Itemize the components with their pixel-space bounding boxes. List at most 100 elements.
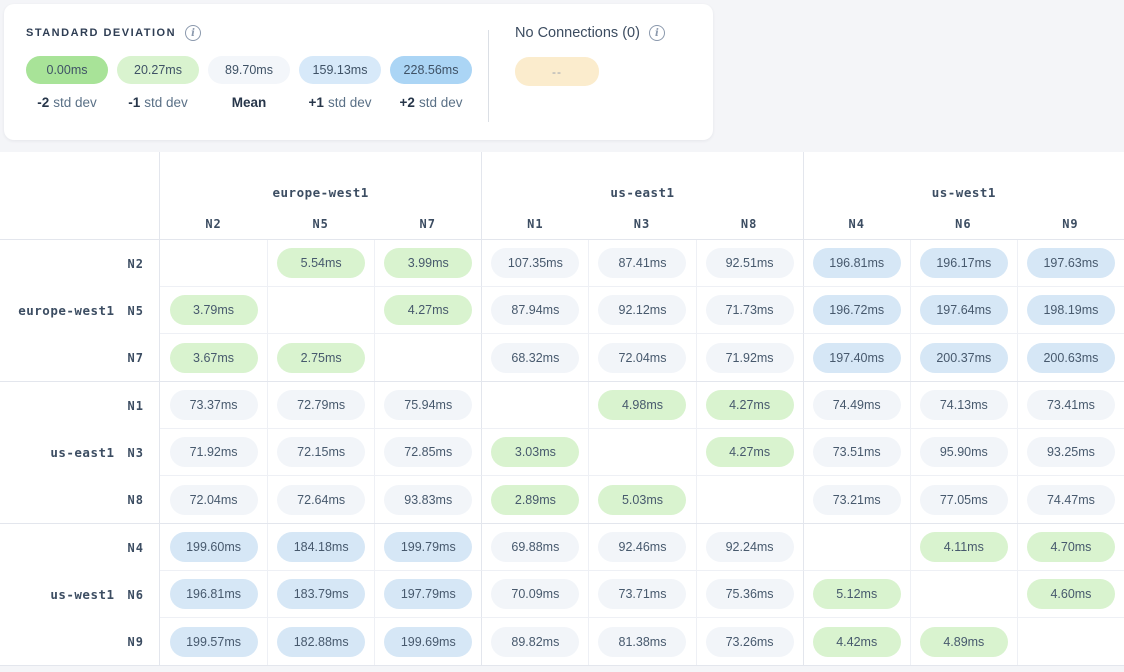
latency-pill[interactable]: 4.27ms [706, 390, 794, 420]
latency-pill[interactable]: 71.73ms [706, 295, 794, 325]
matrix-corner-spacer [0, 152, 160, 239]
latency-pill[interactable]: 3.67ms [170, 343, 258, 373]
latency-pill[interactable]: 2.75ms [277, 343, 365, 373]
latency-pill[interactable]: 81.38ms [598, 627, 686, 657]
latency-pill[interactable]: 199.69ms [384, 627, 472, 657]
std-dev-title-row: STANDARD DEVIATION i [26, 25, 488, 41]
latency-pill[interactable]: 5.54ms [277, 248, 365, 278]
latency-pill[interactable]: 95.90ms [920, 437, 1008, 467]
latency-pill[interactable]: 93.83ms [384, 485, 472, 515]
latency-cell: 4.27ms [696, 382, 803, 429]
latency-pill[interactable]: 5.03ms [598, 485, 686, 515]
latency-pill[interactable]: 93.25ms [1027, 437, 1115, 467]
latency-cell [374, 334, 481, 381]
latency-pill[interactable]: 196.81ms [170, 579, 258, 609]
latency-pill[interactable]: 73.41ms [1027, 390, 1115, 420]
latency-cell: 75.94ms [374, 382, 481, 429]
latency-pill[interactable]: 68.32ms [491, 343, 579, 373]
latency-pill[interactable]: 4.27ms [384, 295, 472, 325]
latency-pill[interactable]: 5.12ms [813, 579, 901, 609]
latency-pill[interactable]: 4.27ms [706, 437, 794, 467]
latency-pill[interactable]: 74.47ms [1027, 485, 1115, 515]
latency-pill[interactable]: 92.51ms [706, 248, 794, 278]
latency-cell: 197.79ms [374, 571, 481, 618]
matrix-row-group: N2 5.54ms 3.99ms 107.35ms 87.41ms 92.51ms 196.… [0, 240, 1124, 382]
latency-cell [160, 240, 267, 287]
latency-pill[interactable]: 73.51ms [813, 437, 901, 467]
latency-pill[interactable]: 73.37ms [170, 390, 258, 420]
latency-pill[interactable]: 197.63ms [1027, 248, 1115, 278]
latency-pill[interactable]: 87.94ms [491, 295, 579, 325]
info-icon[interactable]: i [185, 25, 201, 41]
latency-cell [1017, 618, 1124, 665]
latency-cell: 200.37ms [910, 334, 1017, 381]
latency-pill[interactable]: 73.21ms [813, 485, 901, 515]
latency-cell: 72.04ms [160, 476, 267, 523]
latency-pill[interactable]: 198.19ms [1027, 295, 1115, 325]
latency-pill[interactable]: 89.82ms [491, 627, 579, 657]
latency-pill[interactable]: 72.15ms [277, 437, 365, 467]
matrix-row: N2 5.54ms 3.99ms 107.35ms 87.41ms 92.51ms 196.… [0, 240, 1124, 287]
latency-pill[interactable]: 72.79ms [277, 390, 365, 420]
column-group-region-header: us-west1 [803, 152, 1124, 209]
latency-pill[interactable]: 197.40ms [813, 343, 901, 373]
latency-pill[interactable]: 182.88ms [277, 627, 365, 657]
latency-pill[interactable]: 73.71ms [598, 579, 686, 609]
row-label-cell: N2 [0, 240, 160, 287]
latency-pill[interactable]: 199.57ms [170, 627, 258, 657]
latency-cell: 72.64ms [267, 476, 374, 523]
latency-pill[interactable]: 197.64ms [920, 295, 1008, 325]
latency-pill[interactable]: 4.70ms [1027, 532, 1115, 562]
latency-pill[interactable]: 73.26ms [706, 627, 794, 657]
latency-pill[interactable]: 4.89ms [920, 627, 1008, 657]
latency-cell: 196.72ms [803, 287, 910, 334]
latency-cell: 2.75ms [267, 334, 374, 381]
latency-pill[interactable]: 4.60ms [1027, 579, 1115, 609]
latency-pill[interactable]: 72.85ms [384, 437, 472, 467]
row-node-label: N6 [128, 588, 144, 602]
latency-pill[interactable]: 196.72ms [813, 295, 901, 325]
latency-pill[interactable]: 200.37ms [920, 343, 1008, 373]
latency-pill[interactable]: 196.81ms [813, 248, 901, 278]
latency-pill[interactable]: 70.09ms [491, 579, 579, 609]
latency-pill[interactable]: 75.94ms [384, 390, 472, 420]
no-connections-chip: -- [515, 57, 599, 86]
latency-pill[interactable]: 92.24ms [706, 532, 794, 562]
latency-pill[interactable]: 69.88ms [491, 532, 579, 562]
latency-pill[interactable]: 87.41ms [598, 248, 686, 278]
latency-cell: 199.60ms [160, 524, 267, 571]
latency-pill[interactable]: 200.63ms [1027, 343, 1115, 373]
info-icon[interactable]: i [649, 25, 665, 41]
latency-pill[interactable]: 92.12ms [598, 295, 686, 325]
latency-pill[interactable]: 71.92ms [170, 437, 258, 467]
latency-cell: 74.13ms [910, 382, 1017, 429]
latency-pill[interactable]: 184.18ms [277, 532, 365, 562]
latency-cell: 197.64ms [910, 287, 1017, 334]
latency-pill[interactable]: 74.13ms [920, 390, 1008, 420]
latency-pill[interactable]: 77.05ms [920, 485, 1008, 515]
latency-cell: 3.79ms [160, 287, 267, 334]
latency-pill[interactable]: 4.98ms [598, 390, 686, 420]
latency-pill[interactable]: 75.36ms [706, 579, 794, 609]
latency-pill[interactable]: 3.79ms [170, 295, 258, 325]
no-connections-legend: No Connections (0) i -- [489, 4, 665, 140]
latency-pill[interactable]: 3.03ms [491, 437, 579, 467]
latency-pill[interactable]: 74.49ms [813, 390, 901, 420]
latency-pill[interactable]: 199.79ms [384, 532, 472, 562]
row-group-region-label: us-west1 [50, 587, 114, 602]
latency-pill[interactable]: 72.04ms [598, 343, 686, 373]
latency-pill[interactable]: 107.35ms [491, 248, 579, 278]
latency-pill[interactable]: 183.79ms [277, 579, 365, 609]
latency-pill[interactable]: 72.64ms [277, 485, 365, 515]
latency-pill[interactable]: 4.11ms [920, 532, 1008, 562]
latency-pill[interactable]: 199.60ms [170, 532, 258, 562]
latency-pill[interactable]: 2.89ms [491, 485, 579, 515]
latency-pill[interactable]: 92.46ms [598, 532, 686, 562]
latency-pill[interactable]: 71.92ms [706, 343, 794, 373]
no-connections-title-row: No Connections (0) i [515, 25, 665, 41]
latency-pill[interactable]: 197.79ms [384, 579, 472, 609]
latency-pill[interactable]: 3.99ms [384, 248, 472, 278]
latency-pill[interactable]: 196.17ms [920, 248, 1008, 278]
latency-pill[interactable]: 4.42ms [813, 627, 901, 657]
latency-pill[interactable]: 72.04ms [170, 485, 258, 515]
